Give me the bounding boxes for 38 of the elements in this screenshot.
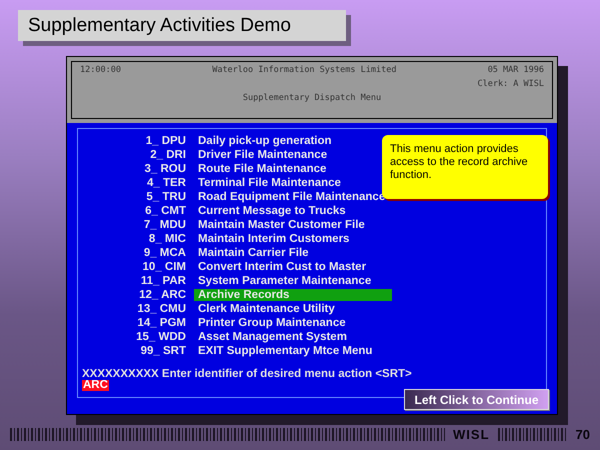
menu-item[interactable]: Asset Management System: [194, 331, 392, 343]
menu-code: 9_ MCA: [142, 247, 186, 259]
menu-item[interactable]: Maintain Interim Customers: [194, 233, 392, 245]
menu-code: 2_ DRI: [149, 149, 186, 161]
menu-item[interactable]: Current Message to Trucks: [194, 205, 392, 217]
prompt-text: XXXXXXXXXX Enter identifier of desired menu action <SRT>: [82, 368, 413, 380]
page-number: 70: [576, 426, 590, 442]
menu-code: 8_ MIC: [148, 233, 186, 245]
menu-code: 4_ TER: [146, 177, 186, 189]
menu-item[interactable]: Clerk Maintenance Utility: [194, 303, 392, 315]
time-text: 12:00:00: [80, 65, 121, 75]
menu-code: 15_ WDD: [135, 331, 186, 343]
menu-item[interactable]: Maintain Master Customer File: [194, 219, 392, 231]
barcode-strip: [498, 428, 568, 440]
date-text: 05 MAR 1996: [488, 65, 544, 75]
menu-code: 7_ MDU: [142, 219, 186, 231]
menu-code: 13_ CMU: [136, 303, 186, 315]
menu-item[interactable]: Convert Interim Cust to Master: [194, 261, 392, 273]
brand-text: WISL: [453, 426, 490, 442]
menu-code: 99_ SRT: [140, 345, 186, 357]
clerk-text: Clerk: A WISL: [477, 79, 544, 89]
menu-item[interactable]: EXIT Supplementary Mtce Menu: [194, 345, 392, 357]
input-field[interactable]: ARC: [82, 380, 109, 391]
menu-code: 10_ CIM: [142, 261, 186, 273]
menu-code: 14_ PGM: [136, 317, 186, 329]
company-name: Waterloo Information Systems Limited: [212, 65, 396, 75]
menu-code: 5_ TRU: [145, 191, 186, 203]
menu-code: 1_ DPU: [144, 135, 186, 147]
slide-title: Supplementary Activities Demo: [18, 10, 346, 41]
menu-title: Supplementary Dispatch Menu: [242, 93, 382, 103]
menu-code: 6_ CMT: [144, 205, 186, 217]
menu-item[interactable]: System Parameter Maintenance: [194, 275, 392, 287]
continue-button[interactable]: Left Click to Continue: [404, 389, 549, 410]
menu-item[interactable]: Maintain Carrier File: [194, 247, 392, 259]
menu-item[interactable]: Printer Group Maintenance: [194, 317, 392, 329]
menu-code: 12_ ARC: [138, 289, 186, 301]
menu-code: 11_ PAR: [140, 275, 186, 287]
menu-code: 3_ ROU: [143, 163, 186, 175]
